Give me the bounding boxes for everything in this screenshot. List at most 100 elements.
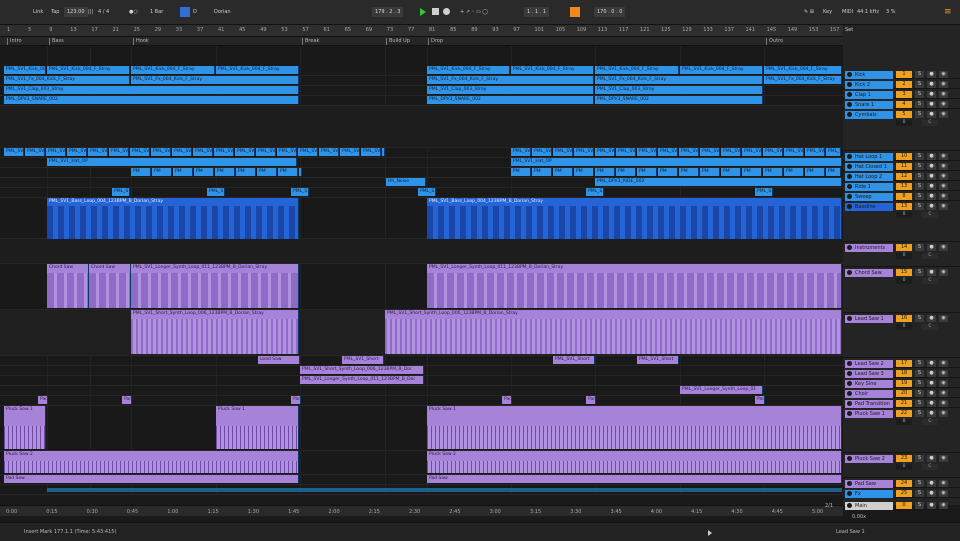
clip-hat-loop[interactable]: PML_SV — [193, 148, 213, 156]
track-fold-icon[interactable] — [847, 491, 852, 496]
clip-hat-loop[interactable]: PM — [721, 168, 741, 176]
metronome-icon[interactable]: ||| — [88, 7, 93, 17]
track-name[interactable]: Sweep — [845, 193, 893, 201]
clip-kick[interactable]: PML_SV1_Kick_004_F_Stray — [131, 66, 215, 74]
clip-hat-loop[interactable]: PM — [742, 168, 762, 176]
loop-toggle-icon[interactable] — [570, 7, 580, 17]
clip-sweep[interactable]: PML_S — [291, 188, 309, 196]
clip-hat-loop[interactable]: PM — [131, 168, 151, 176]
clip-pad[interactable]: Pad — [38, 396, 48, 404]
track-name[interactable]: Hat Loop 2 — [845, 173, 893, 181]
clip-pluck-saw-2[interactable]: Pluck Saw 2 — [427, 451, 842, 473]
volume-field[interactable]: 0 — [896, 278, 912, 284]
clip-hat-loop[interactable]: PM — [574, 168, 594, 176]
clip-fx-kick[interactable]: PML_SV1_Fx_004_Kick_F_Stray — [4, 76, 130, 84]
record-dot-icon[interactable]: ●○ — [129, 7, 138, 17]
clip-short-synth[interactable]: PML_SV1_Short_Synth_Loop_006_123BPM_B_Do… — [131, 310, 299, 354]
clip-ride[interactable]: PML_DPV3_RIDE_002 — [595, 178, 842, 186]
monitor-icon[interactable]: ◉ — [939, 111, 948, 118]
track-header[interactable]: Sweep 8 S ● ◉ — [843, 192, 960, 201]
solo-button[interactable]: S — [915, 455, 924, 462]
clip-hat-loop[interactable]: PM — [637, 168, 657, 176]
quantize-menu[interactable]: 1 Bar — [150, 7, 163, 17]
solo-button[interactable]: S — [915, 360, 924, 367]
arm-button[interactable]: ● — [927, 91, 936, 98]
clip-fx-kick[interactable]: PML_SV1_Fx_004_Kick_F_Stray — [595, 76, 763, 84]
track-fold-icon[interactable] — [847, 194, 852, 199]
track-fold-icon[interactable] — [847, 270, 852, 275]
clip-pad-saw[interactable]: Pad Saw — [427, 475, 842, 483]
clip-snare[interactable]: PML_DPV3_SNARE_002 — [4, 96, 299, 104]
clip-hat-loop[interactable]: PM — [152, 168, 172, 176]
solo-button[interactable]: S — [915, 101, 924, 108]
clip-snare[interactable]: PML_DPV3_SNARE_002 — [595, 96, 763, 104]
clip-hat-loop[interactable]: PML_SV — [256, 148, 276, 156]
track-name[interactable]: Ride 1 — [845, 183, 893, 191]
monitor-icon[interactable]: ◉ — [939, 455, 948, 462]
monitor-icon[interactable]: ◉ — [939, 163, 948, 170]
clip-pad[interactable]: Pad — [122, 396, 132, 404]
zoom-level[interactable]: 0.00x — [852, 514, 866, 520]
track-header[interactable]: Lead Saw 3 18 S ● ◉ — [843, 369, 960, 378]
clip-clap[interactable]: PML_SV1_Clap_003_Stray — [4, 86, 299, 94]
volume-field[interactable]: 0 — [896, 120, 912, 126]
track-activator[interactable]: 21 — [896, 400, 912, 407]
track-header[interactable]: Pluck Saw 2 23 S ● ◉ 0 C — [843, 454, 960, 478]
arm-button[interactable]: ● — [927, 71, 936, 78]
track-fold-icon[interactable] — [847, 92, 852, 97]
clip-kick[interactable]: PML_SV1_Kick_004_F_Stray — [427, 66, 510, 74]
loop-length[interactable]: 170 . 0 . 0 — [594, 7, 626, 17]
clip-hat-loop[interactable]: PML_SV — [553, 148, 573, 156]
clip-chord-saw[interactable]: Chord Saw — [89, 264, 131, 308]
track-fold-icon[interactable] — [847, 245, 852, 250]
clip-hat-loop[interactable]: PML_SV — [25, 148, 45, 156]
track-fold-icon[interactable] — [847, 456, 852, 461]
track-name[interactable]: Cymbals — [845, 111, 893, 119]
clip-hat-loop[interactable]: PM — [658, 168, 678, 176]
menu-icon[interactable]: ≡ — [944, 7, 954, 17]
solo-button[interactable]: S — [915, 91, 924, 98]
track-name[interactable]: Chord Saw — [845, 269, 893, 277]
clip-hat-loop[interactable]: PML_SV — [340, 148, 360, 156]
time-ruler[interactable]: 0:00 0:15 0:30 0:45 1:00 1:15 1:30 1:45 2:00 2:15… — [0, 505, 843, 516]
arm-button[interactable]: ● — [927, 502, 936, 509]
locator-intro[interactable]: Intro — [7, 38, 22, 45]
track-header[interactable]: Clap 1 3 S ● ◉ — [843, 90, 960, 99]
automation-icon[interactable]: + ↗ ◦ ▭ ◯ — [460, 7, 488, 17]
monitor-icon[interactable]: ◉ — [939, 390, 948, 397]
monitor-icon[interactable]: ◉ — [939, 490, 948, 497]
arm-button[interactable]: ● — [927, 153, 936, 160]
track-fold-icon[interactable] — [847, 371, 852, 376]
track-name[interactable]: Kick 2 — [845, 81, 893, 89]
volume-field[interactable]: 0 — [896, 212, 912, 218]
clip-short-synth[interactable]: PML_SV1_Short_Synth_Loop_006_123BPM_B_Do… — [385, 310, 842, 354]
arm-button[interactable]: ● — [927, 360, 936, 367]
pan-field[interactable]: C — [922, 278, 938, 284]
play-icon[interactable] — [708, 530, 712, 536]
track-header[interactable]: Lead Saw 2 17 S ● ◉ — [843, 359, 960, 368]
pan-field[interactable]: C — [922, 324, 938, 330]
clip-noise[interactable]: Hh_Noise — [386, 178, 426, 186]
arm-button[interactable]: ● — [927, 455, 936, 462]
volume-field[interactable]: 0 — [896, 253, 912, 259]
track-activator[interactable]: 12 — [896, 173, 912, 180]
clip-sweep[interactable]: PML_S — [755, 188, 773, 196]
pan-field[interactable]: C — [922, 212, 938, 218]
track-header[interactable]: Chord Saw 15 S ● ◉ 0 C — [843, 268, 960, 313]
clip-hat-loop[interactable]: PML_SV — [532, 148, 552, 156]
locator-outro[interactable]: Outro — [766, 38, 783, 45]
track-name[interactable]: Bassline — [845, 203, 893, 211]
clip-hat-loop[interactable]: PML_SV — [109, 148, 129, 156]
solo-button[interactable]: S — [915, 269, 924, 276]
tempo-field[interactable]: 123.00 — [64, 7, 88, 17]
arm-button[interactable]: ● — [927, 380, 936, 387]
clip-hat-loop[interactable]: PML_SV — [511, 148, 531, 156]
clip-fx-kick[interactable]: PML_SV1_Fx_004_Kick_F_Stray — [764, 76, 842, 84]
monitor-icon[interactable]: ◉ — [939, 153, 948, 160]
clip-hat-loop[interactable]: PM — [805, 168, 825, 176]
track-activator[interactable]: 14 — [896, 244, 912, 251]
track-header[interactable]: Snare 1 4 S ● ◉ — [843, 100, 960, 109]
volume-field[interactable]: 0 — [896, 324, 912, 330]
track-activator[interactable]: 11 — [896, 163, 912, 170]
clip-hat-loop[interactable]: PML_SV — [235, 148, 255, 156]
